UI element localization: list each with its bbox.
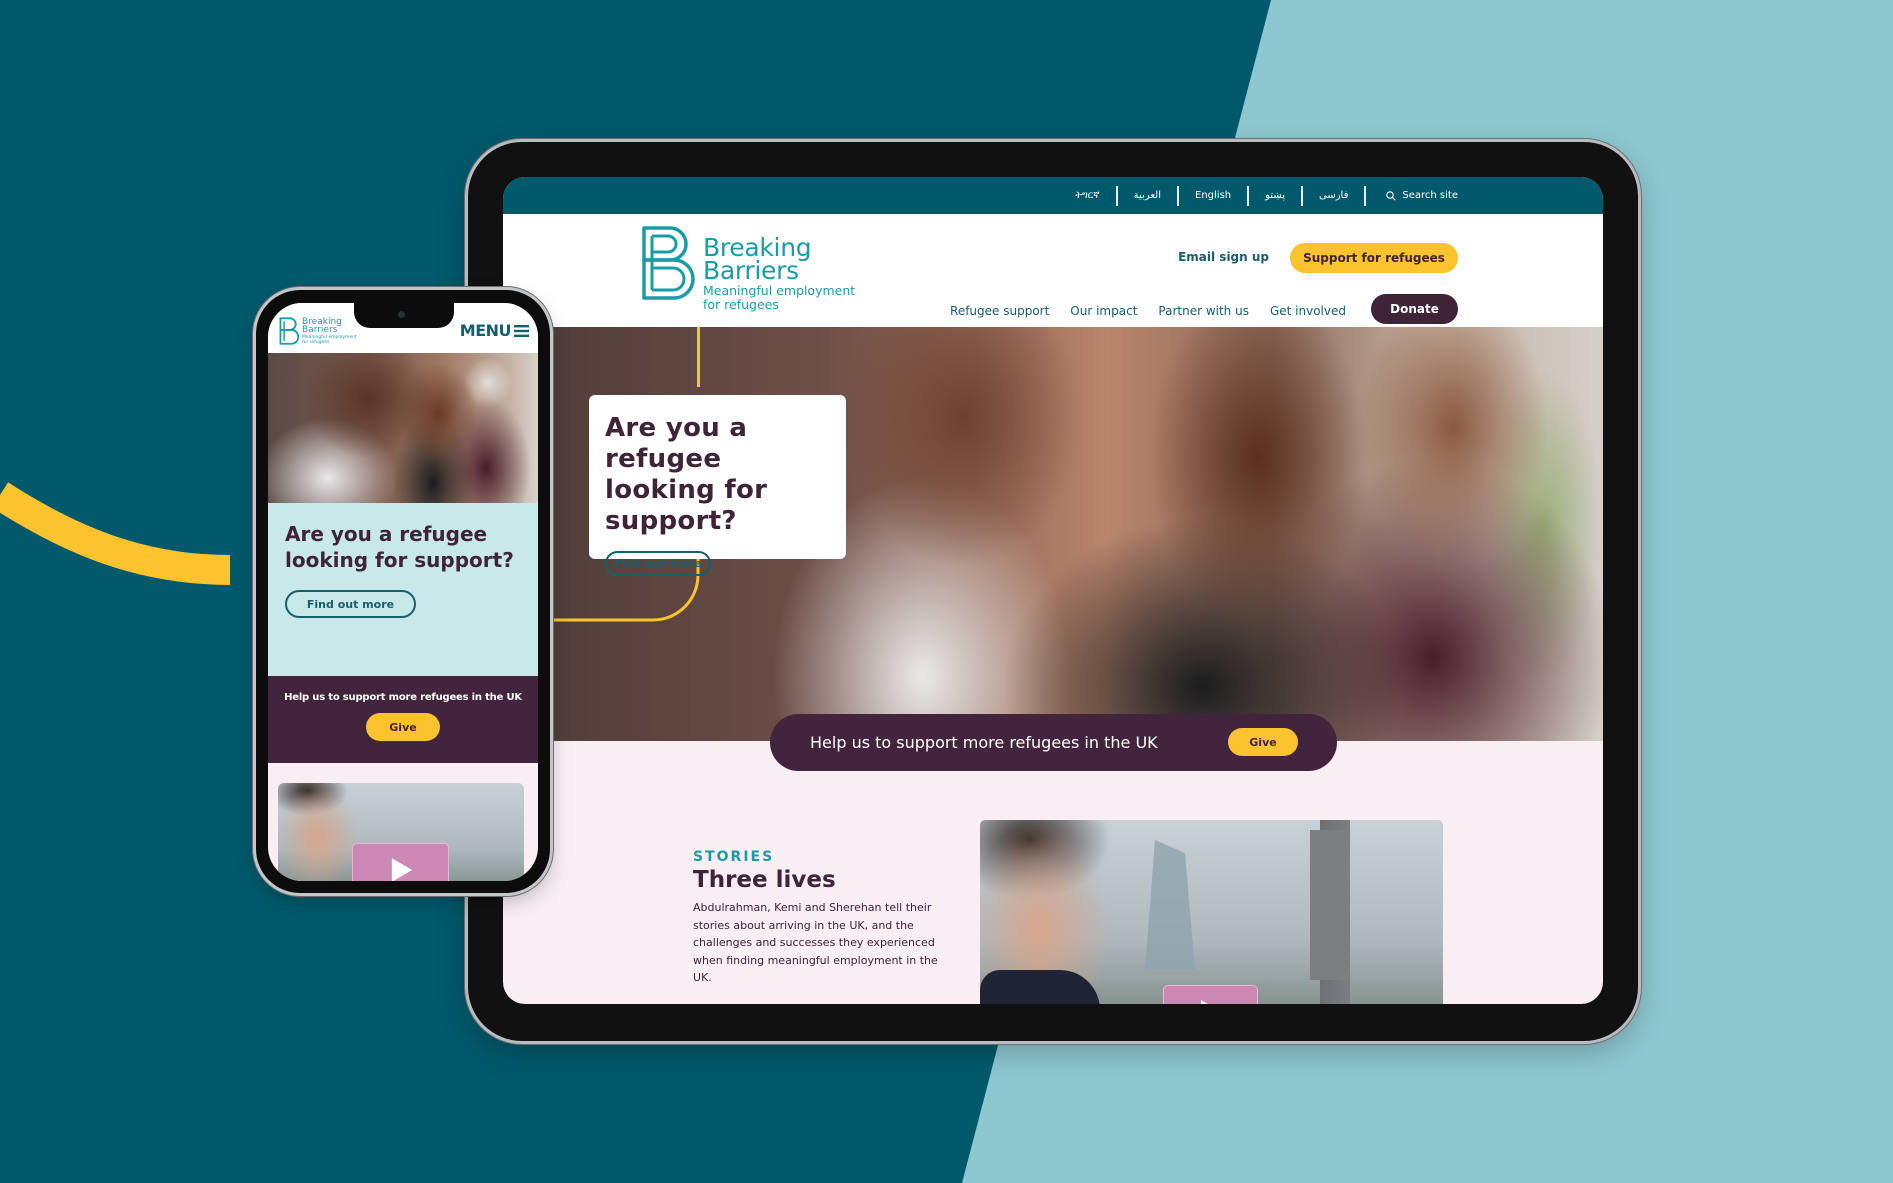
search-site-label: Search site: [1402, 189, 1458, 201]
mobile-give-button[interactable]: Give: [366, 713, 440, 741]
mobile-stories-video[interactable]: [278, 783, 524, 881]
search-site-link[interactable]: Search site: [1364, 185, 1458, 206]
phone-screen: Breaking Barriers Meaningful employment …: [268, 303, 538, 881]
hero-photo: Are you a refugee looking for support? F…: [503, 327, 1603, 741]
nav-item-refugee-support[interactable]: Refugee support: [950, 304, 1049, 318]
stories-body: Abdulrahman, Kemi and Sherehan tell thei…: [693, 901, 938, 984]
mobile-hero-photo: [268, 353, 538, 503]
support-for-refugees-button[interactable]: Support for refugees: [1290, 243, 1458, 273]
language-link-pashto[interactable]: پښتو: [1249, 185, 1304, 206]
give-banner-text: Help us to support more refugees in the …: [810, 733, 1158, 752]
nav-item-partner-with-us[interactable]: Partner with us: [1158, 304, 1249, 318]
search-icon: [1386, 190, 1397, 201]
site-logo[interactable]: Breaking Barriers Meaningful employment …: [640, 224, 855, 312]
menu-button[interactable]: MENU: [460, 321, 529, 340]
tablet-device: ትግርኛ العربية English پښتو فارسی Search s…: [468, 142, 1638, 1041]
language-bar: ትግርኛ العربية English پښتو فارسی Search s…: [503, 177, 1603, 214]
give-banner: Help us to support more refugees in the …: [770, 714, 1337, 771]
breaking-barriers-b-logo-icon: [279, 317, 299, 345]
stories-eyebrow: STORIES: [693, 849, 775, 865]
mobile-give-banner-text: Help us to support more refugees in the …: [284, 692, 522, 703]
logo-name-line2: Barriers: [703, 256, 799, 285]
phone-notch: [354, 303, 454, 328]
donate-button[interactable]: Donate: [1371, 294, 1458, 324]
video-bg-tower: [1310, 830, 1350, 980]
menu-label: MENU: [459, 321, 512, 340]
mobile-logo-name-line2: Barriers: [302, 325, 338, 335]
stories-video[interactable]: [980, 820, 1443, 1004]
phone-device: Breaking Barriers Meaningful employment …: [256, 290, 550, 893]
stories-section: STORIES Three lives Abdulrahman, Kemi an…: [693, 849, 953, 987]
nav-item-our-impact[interactable]: Our impact: [1070, 304, 1137, 318]
video-bg-building: [1145, 840, 1195, 970]
tablet-screen: ትግርኛ العربية English پښتو فارسی Search s…: [503, 177, 1603, 1004]
main-nav: Refugee support Our impact Partner with …: [950, 304, 1346, 318]
yellow-swoosh-decoration: [0, 482, 231, 585]
mobile-site-logo[interactable]: Breaking Barriers Meaningful employment …: [279, 316, 357, 346]
yellow-line-decoration: [697, 327, 700, 387]
mobile-video-play-button[interactable]: [352, 843, 449, 881]
language-link-english[interactable]: English: [1179, 185, 1250, 206]
site-header: Breaking Barriers Meaningful employment …: [503, 214, 1603, 327]
hero-card: Are you a refugee looking for support? F…: [589, 395, 846, 576]
mobile-hero-title: Are you a refugee looking for support?: [285, 522, 514, 572]
email-signup-link[interactable]: Email sign up: [1178, 250, 1269, 264]
language-link-tigrinya[interactable]: ትግርኛ: [1059, 185, 1118, 206]
nav-item-get-involved[interactable]: Get involved: [1270, 304, 1346, 318]
breaking-barriers-b-logo-icon: [642, 226, 695, 300]
stories-title: Three lives: [693, 867, 836, 893]
video-person: [980, 970, 1100, 1004]
give-button[interactable]: Give: [1228, 728, 1298, 756]
mobile-give-banner: Help us to support more refugees in the …: [268, 676, 538, 763]
language-link-arabic[interactable]: العربية: [1118, 185, 1180, 206]
find-out-more-button[interactable]: Find out more: [605, 551, 711, 576]
play-icon: [1200, 1000, 1208, 1004]
hamburger-icon: [514, 324, 529, 337]
logo-tagline-line2: for refugees: [703, 297, 779, 312]
video-play-button[interactable]: [1163, 985, 1258, 1004]
mobile-hero-card: Are you a refugee looking for support? F…: [268, 503, 538, 676]
mobile-find-out-more-button[interactable]: Find out more: [285, 590, 416, 618]
language-link-farsi[interactable]: فارسی: [1303, 186, 1364, 206]
mobile-logo-tagline-line2: for refugees: [302, 340, 330, 345]
camera-icon: [398, 311, 405, 318]
hero-title: Are you a refugee looking for support?: [605, 413, 768, 536]
logo-tagline-line1: Meaningful employment: [703, 283, 856, 298]
play-icon: [391, 858, 412, 881]
